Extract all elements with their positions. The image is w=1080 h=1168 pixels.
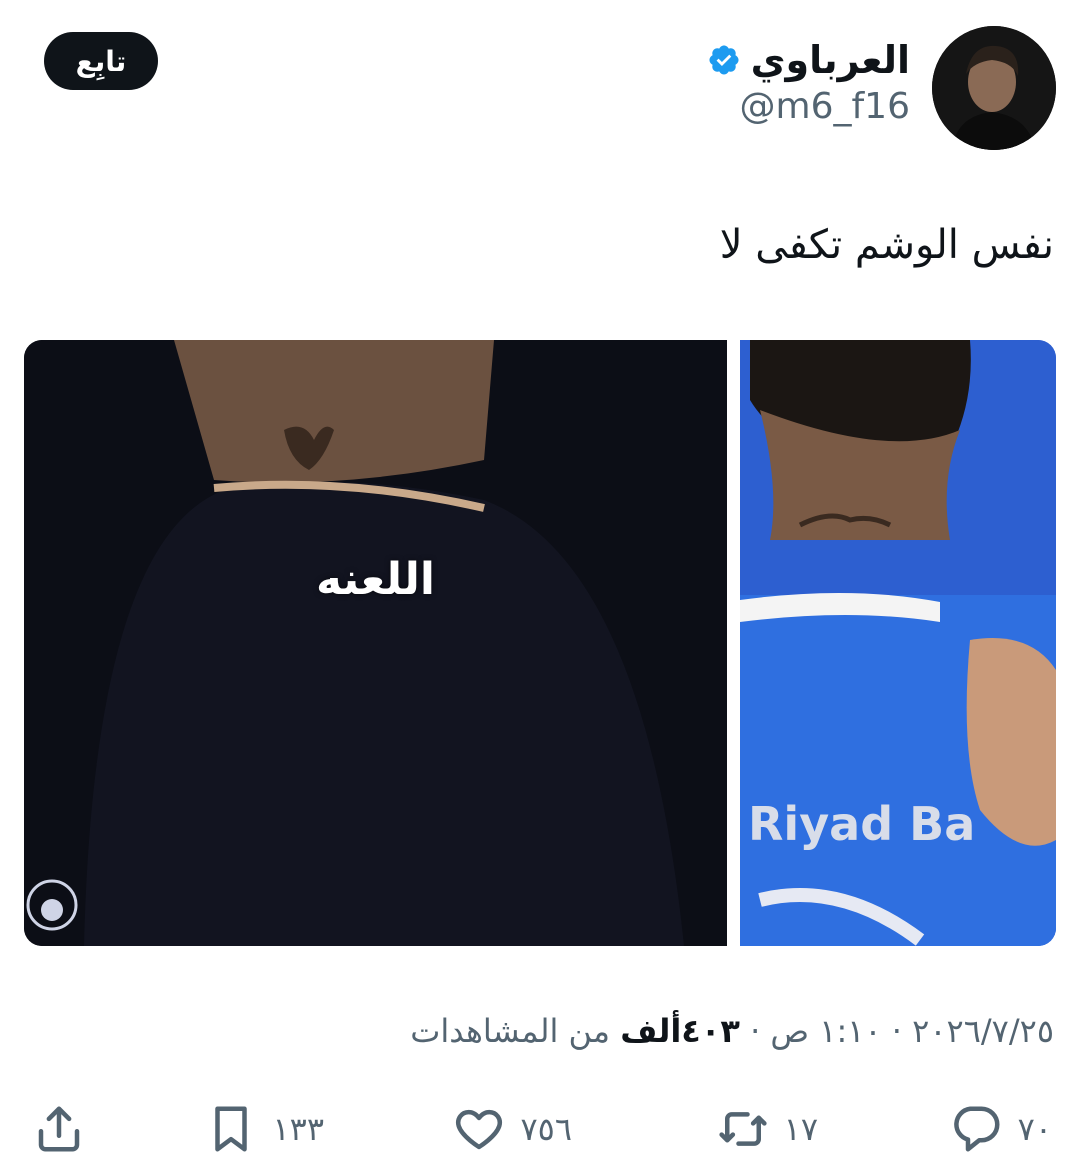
reply-icon bbox=[953, 1106, 1000, 1152]
views-label: من المشاهدات bbox=[410, 1012, 611, 1050]
reply-count: ٧٠ bbox=[1017, 1110, 1052, 1148]
retweet-count: ١٧ bbox=[783, 1110, 818, 1148]
bookmark-icon bbox=[215, 1106, 248, 1152]
bookmark-count: ١٣٣ bbox=[272, 1110, 324, 1148]
media-image-right[interactable]: Riyad Ba bbox=[740, 340, 1056, 946]
author-handle[interactable]: @m6_f16 bbox=[707, 86, 910, 127]
author-display-name[interactable]: العرباوي bbox=[751, 38, 910, 82]
share-button[interactable] bbox=[32, 1096, 86, 1162]
retweet-button[interactable]: ١٧ bbox=[716, 1096, 818, 1162]
tweet-meta: ٢٠٢٦/٧/٢٥ · ١:١٠ ص · ٤٠٣ألف من المشاهدات bbox=[410, 1012, 1054, 1050]
views-count: ٤٠٣ألف bbox=[620, 1012, 740, 1050]
retweet-icon bbox=[719, 1112, 767, 1146]
avatar[interactable] bbox=[932, 26, 1056, 150]
like-count: ٧٥٦ bbox=[520, 1110, 572, 1148]
like-button[interactable]: ٧٥٦ bbox=[452, 1096, 572, 1162]
media-image-right-art: Riyad Ba bbox=[740, 340, 1056, 946]
meta-separator: · bbox=[891, 1012, 902, 1050]
media-overlay-caption: اللعنه bbox=[315, 554, 436, 605]
author-identity[interactable]: العرباوي @m6_f16 bbox=[707, 38, 910, 127]
meta-separator-2: · bbox=[750, 1012, 761, 1050]
tweet-header: العرباوي @m6_f16 تابِع bbox=[0, 20, 1080, 160]
avatar-image bbox=[932, 26, 1056, 150]
share-icon bbox=[38, 1106, 80, 1152]
heart-icon bbox=[456, 1109, 503, 1150]
tweet-text: نفس الوشم تكفى لا bbox=[719, 222, 1054, 268]
bookmark-button[interactable]: ١٣٣ bbox=[204, 1096, 324, 1162]
media-right-sponsor-text: Riyad Ba bbox=[748, 797, 975, 851]
tweet-time[interactable]: ١:١٠ ص bbox=[770, 1012, 881, 1050]
media-image-left-art bbox=[24, 340, 727, 946]
reply-button[interactable]: ٧٠ bbox=[950, 1096, 1052, 1162]
media-image-left[interactable]: اللعنه bbox=[24, 340, 727, 946]
follow-button[interactable]: تابِع bbox=[44, 32, 158, 90]
tweet-media: اللعنه Riyad Ba bbox=[24, 340, 1056, 946]
tweet-action-bar: ٧٠ ١٧ ٧٥٦ ١٣٣ bbox=[0, 1096, 1080, 1162]
tweet-date[interactable]: ٢٠٢٦/٧/٢٥ bbox=[912, 1012, 1054, 1050]
verified-badge-icon bbox=[709, 45, 739, 75]
